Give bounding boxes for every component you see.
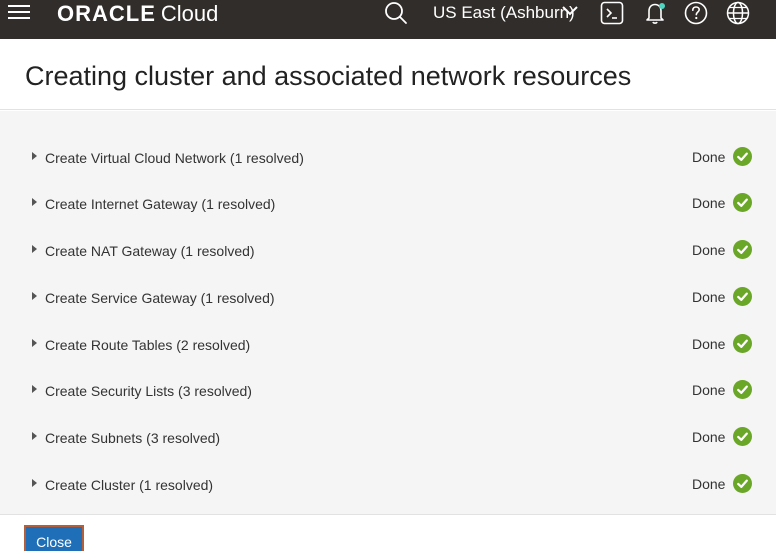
task-row[interactable]: Create Service Gateway (1 resolved) Done [0, 275, 776, 321]
expand-caret-icon[interactable] [32, 292, 37, 300]
search-icon[interactable] [384, 1, 408, 25]
check-circle-icon [733, 193, 752, 212]
check-circle-icon [733, 474, 752, 493]
cloud-shell-icon[interactable] [600, 1, 624, 25]
notifications-bell-icon[interactable] [643, 0, 669, 26]
expand-caret-icon[interactable] [32, 432, 37, 440]
expand-caret-icon[interactable] [32, 245, 37, 253]
expand-caret-icon[interactable] [32, 385, 37, 393]
check-circle-icon [733, 334, 752, 353]
task-row[interactable]: Create Subnets (3 resolved) Done [0, 415, 776, 461]
task-label: Create Cluster (1 resolved) [45, 477, 214, 493]
task-status: Done [692, 476, 726, 492]
brand-oracle: ORACLE [57, 1, 156, 26]
task-row[interactable]: Create Route Tables (2 resolved) Done [0, 322, 776, 368]
task-status: Done [692, 429, 726, 445]
task-status: Done [692, 336, 726, 352]
oracle-cloud-logo[interactable]: ORACLE Cloud [57, 1, 218, 27]
task-label: Create Internet Gateway (1 resolved) [45, 196, 276, 212]
task-status: Done [692, 382, 726, 398]
task-list: Create Virtual Cloud Network (1 resolved… [0, 111, 776, 514]
task-label: Create Service Gateway (1 resolved) [45, 290, 275, 306]
task-label: Create NAT Gateway (1 resolved) [45, 243, 255, 259]
globe-icon[interactable] [726, 1, 750, 25]
page-title: Creating cluster and associated network … [25, 61, 632, 91]
task-row[interactable]: Create Virtual Cloud Network (1 resolved… [0, 135, 776, 181]
check-circle-icon [733, 147, 752, 166]
region-selector-label[interactable]: US East (Ashburn) [433, 2, 575, 24]
task-status: Done [692, 149, 726, 165]
check-circle-icon [733, 380, 752, 399]
task-row[interactable]: Create Internet Gateway (1 resolved) Don… [0, 181, 776, 227]
task-row[interactable]: Create Security Lists (3 resolved) Done [0, 368, 776, 414]
task-label: Create Route Tables (2 resolved) [45, 337, 251, 353]
task-status: Done [692, 242, 726, 258]
expand-caret-icon[interactable] [32, 479, 37, 487]
check-circle-icon [733, 287, 752, 306]
task-status: Done [692, 289, 726, 305]
task-status: Done [692, 195, 726, 211]
page-header: Creating cluster and associated network … [0, 39, 776, 110]
dialog-footer: Close [0, 514, 776, 551]
check-circle-icon [733, 240, 752, 259]
task-label: Create Virtual Cloud Network (1 resolved… [45, 150, 304, 166]
hamburger-menu-icon[interactable] [8, 5, 30, 19]
check-circle-icon [733, 427, 752, 446]
task-row[interactable]: Create Cluster (1 resolved) Done [0, 462, 776, 508]
help-icon[interactable] [684, 1, 708, 25]
brand-cloud: Cloud [160, 1, 219, 26]
task-row[interactable]: Create NAT Gateway (1 resolved) Done [0, 228, 776, 274]
expand-caret-icon[interactable] [32, 152, 37, 160]
chevron-down-icon[interactable] [562, 6, 578, 16]
expand-caret-icon[interactable] [32, 339, 37, 347]
task-label: Create Subnets (3 resolved) [45, 430, 221, 446]
expand-caret-icon[interactable] [32, 198, 37, 206]
task-label: Create Security Lists (3 resolved) [45, 383, 252, 399]
top-navigation-bar: ORACLE Cloud US East (Ashburn) [0, 0, 776, 39]
close-button[interactable]: Close [24, 525, 84, 551]
